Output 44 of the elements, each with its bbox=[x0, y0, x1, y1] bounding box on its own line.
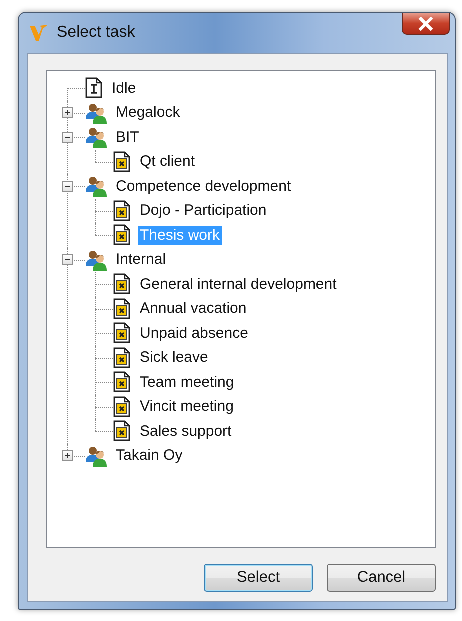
expand-toggle[interactable] bbox=[62, 450, 72, 462]
tree-item[interactable]: Takain Oy bbox=[114, 446, 185, 466]
people-icon bbox=[85, 102, 107, 124]
tree-item[interactable]: Sales support bbox=[138, 422, 234, 441]
collapse-toggle[interactable] bbox=[62, 132, 72, 143]
people-icon bbox=[85, 444, 107, 467]
tree-item[interactable]: Dojo - Participation bbox=[138, 201, 269, 220]
expand-toggle[interactable] bbox=[62, 107, 72, 118]
tree-item[interactable]: Annual vacation bbox=[138, 299, 249, 318]
cancel-button[interactable]: Cancel bbox=[327, 564, 436, 592]
task-document-icon bbox=[113, 396, 131, 418]
close-button[interactable] bbox=[402, 13, 450, 35]
task-document-icon bbox=[113, 322, 131, 344]
people-icon bbox=[85, 248, 107, 271]
tree-item[interactable]: BIT bbox=[114, 128, 142, 147]
tree-item[interactable]: Competence development bbox=[114, 176, 294, 196]
document-icon bbox=[85, 77, 103, 100]
window-title: Select task bbox=[57, 24, 136, 42]
people-icon bbox=[85, 126, 107, 148]
task-document-icon bbox=[113, 298, 131, 320]
collapse-toggle[interactable] bbox=[62, 254, 72, 266]
task-document-icon bbox=[113, 273, 131, 296]
task-document-icon bbox=[113, 371, 131, 394]
select-button[interactable]: Select bbox=[204, 564, 313, 592]
tree-item[interactable]: Internal bbox=[114, 250, 168, 270]
plus-icon bbox=[62, 451, 72, 460]
tree-item[interactable]: Sick leave bbox=[138, 348, 210, 368]
task-document-icon bbox=[113, 420, 131, 442]
task-document-icon bbox=[113, 200, 131, 222]
tree-item[interactable]: Vincit meeting bbox=[138, 397, 236, 416]
collapse-toggle[interactable] bbox=[62, 180, 72, 192]
task-document-icon bbox=[113, 224, 131, 246]
tree-item[interactable]: Idle bbox=[110, 78, 138, 98]
task-document-icon bbox=[113, 150, 131, 173]
tree-item[interactable]: General internal development bbox=[138, 274, 339, 294]
logo-icon bbox=[29, 23, 49, 43]
tree-item[interactable]: Qt client bbox=[138, 152, 198, 172]
tree-item[interactable]: Team meeting bbox=[138, 372, 236, 392]
close-icon bbox=[418, 16, 434, 30]
tree-item[interactable]: Unpaid absence bbox=[138, 324, 250, 343]
people-icon bbox=[85, 175, 107, 198]
tree-item[interactable]: Megalock bbox=[114, 103, 182, 122]
plus-icon bbox=[62, 108, 72, 118]
task-document-icon bbox=[113, 346, 131, 369]
